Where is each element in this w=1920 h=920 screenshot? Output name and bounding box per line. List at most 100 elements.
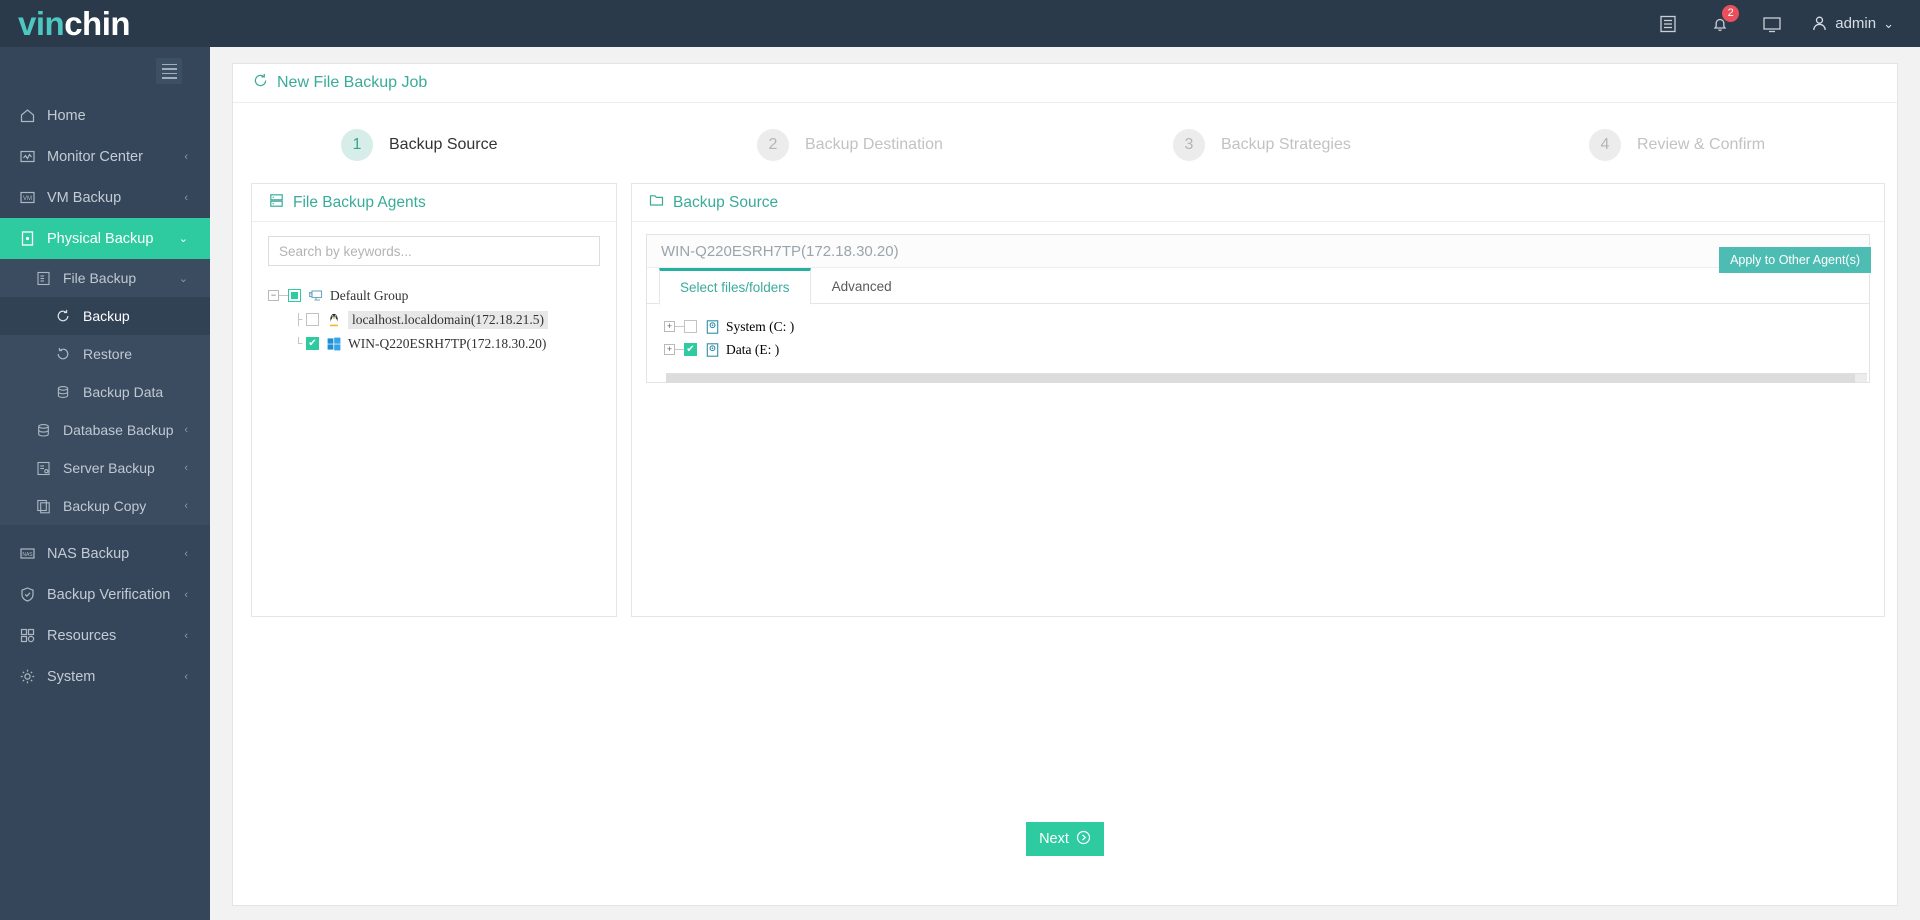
tree-node-label: Default Group [330, 287, 409, 303]
chevron-left-icon: ‹ [184, 500, 188, 512]
svg-text:NAS: NAS [22, 552, 33, 558]
sidebar-item-label: Database Backup [63, 422, 174, 438]
scrollbar-thumb[interactable] [666, 374, 1855, 383]
sidebar-item-label: System [47, 668, 96, 685]
tree-node-label: localhost.localdomain(172.18.21.5) [348, 310, 548, 329]
agents-panel-title: File Backup Agents [293, 193, 426, 211]
sidebar-item-backup-data[interactable]: Backup Data [0, 373, 210, 411]
tree-guide [279, 295, 288, 296]
source-tabs: Select files/folders Advanced Apply to O… [647, 247, 1871, 305]
sidebar-item-resources[interactable]: Resources ‹ [0, 615, 210, 656]
expand-toggle-icon[interactable]: + [664, 344, 675, 355]
sidebar-item-physical-backup[interactable]: Physical Backup ⌄ [0, 218, 210, 259]
wizard-stepper: 1 Backup Source 2 Backup Destination 3 B… [233, 103, 1897, 183]
step-backup-strategies[interactable]: 3 Backup Strategies [1065, 129, 1481, 161]
wizard-panels: File Backup Agents Search by keywords...… [233, 183, 1897, 617]
agent-checkbox[interactable] [306, 313, 319, 326]
sidebar-toggle-wrap [0, 47, 210, 95]
expand-toggle-icon[interactable]: + [664, 321, 675, 332]
vm-icon: VM [16, 189, 38, 206]
group-checkbox[interactable] [288, 289, 301, 302]
sidebar-item-label: Server Backup [63, 460, 155, 476]
drive-label: System (C: ) [726, 318, 795, 334]
sidebar-divider [0, 525, 210, 533]
resources-icon [16, 627, 38, 644]
step-backup-destination[interactable]: 2 Backup Destination [649, 129, 1065, 161]
sidebar-item-backup[interactable]: Backup [0, 297, 210, 335]
database-icon [52, 385, 74, 399]
drive-icon [704, 342, 720, 357]
sidebar-item-backup-copy[interactable]: Backup Copy ‹ [0, 487, 210, 525]
agent-checkbox[interactable] [306, 337, 319, 350]
sidebar-item-nas-backup[interactable]: NAS NAS Backup ‹ [0, 533, 210, 574]
folder-icon [649, 193, 664, 212]
apply-to-other-agents-button[interactable]: Apply to Other Agent(s) [1719, 247, 1871, 273]
linux-icon [326, 312, 342, 327]
agents-tree: − Default Group ├ localhost.localdomain(… [268, 286, 600, 353]
sidebar-item-label: Resources [47, 627, 117, 644]
search-input[interactable]: Search by keywords... [268, 236, 600, 266]
sidebar-item-server-backup[interactable]: Server Backup ‹ [0, 449, 210, 487]
chevron-down-icon: ⌄ [1883, 15, 1894, 31]
sidebar-item-monitor-center[interactable]: Monitor Center ‹ [0, 136, 210, 177]
main-content: New File Backup Job 1 Backup Source 2 Ba… [210, 47, 1920, 920]
sidebar-item-home[interactable]: Home [0, 95, 210, 136]
step-number: 2 [757, 129, 789, 161]
tab-advanced[interactable]: Advanced [811, 268, 913, 304]
menu-toggle-icon[interactable] [156, 58, 182, 84]
tree-node-localhost[interactable]: ├ localhost.localdomain(172.18.21.5) [268, 310, 600, 329]
step-label: Backup Strategies [1221, 136, 1351, 153]
sidebar-item-label: Monitor Center [47, 148, 143, 165]
sidebar-item-database-backup[interactable]: Database Backup ‹ [0, 411, 210, 449]
step-backup-source[interactable]: 1 Backup Source [233, 129, 649, 161]
server-backup-icon [32, 461, 54, 476]
sidebar-item-label: Backup [83, 308, 130, 324]
chevron-left-icon: ‹ [184, 547, 188, 560]
tree-node-default-group[interactable]: − Default Group [268, 286, 600, 305]
backup-source-panel: Backup Source WIN-Q220ESRH7TP(172.18.30.… [631, 183, 1885, 617]
brand-logo-part2: chin [64, 4, 131, 42]
sidebar-item-backup-verification[interactable]: Backup Verification ‹ [0, 574, 210, 615]
refresh-icon [253, 73, 268, 93]
collapse-toggle-icon[interactable]: − [268, 290, 279, 301]
drive-tree: + System (C: ) + ✔ Data (E:) [647, 304, 1869, 383]
next-button-label: Next [1039, 831, 1069, 847]
next-button[interactable]: Next [1026, 822, 1104, 856]
backup-icon [52, 309, 74, 323]
drive-row-data-e[interactable]: + Data (E: ) [664, 340, 1869, 359]
chevron-left-icon: ‹ [184, 462, 188, 474]
sidebar-item-label: Backup Copy [63, 498, 147, 514]
step-label: Backup Destination [805, 136, 943, 153]
brand-logo[interactable]: vin chin [0, 0, 210, 47]
group-icon [308, 289, 324, 303]
step-review-confirm[interactable]: 4 Review & Confirm [1481, 129, 1897, 161]
logs-icon[interactable] [1655, 11, 1681, 37]
drive-checkbox[interactable] [684, 320, 697, 333]
tree-guide [675, 326, 684, 327]
copy-icon [32, 499, 54, 514]
top-bar: vin chin 2 admin ⌄ [0, 0, 1920, 47]
step-label: Backup Source [389, 136, 498, 153]
user-menu[interactable]: admin ⌄ [1811, 15, 1894, 32]
sidebar-item-label: Home [47, 107, 86, 124]
sidebar-item-vm-backup[interactable]: VM VM Backup ‹ [0, 177, 210, 218]
notifications-icon[interactable]: 2 [1707, 4, 1740, 37]
sidebar-item-label: Backup Data [83, 384, 164, 400]
sidebar-item-file-backup[interactable]: File Backup ⌄ [0, 259, 210, 297]
drive-checkbox[interactable] [684, 343, 697, 356]
chevron-left-icon: ‹ [184, 191, 188, 204]
sidebar-item-restore[interactable]: Restore [0, 335, 210, 373]
tree-node-win-agent[interactable]: └ WIN-Q220ESRH7TP(172.18.30.20) [268, 334, 600, 353]
chevron-left-icon: ‹ [184, 629, 188, 642]
horizontal-scrollbar[interactable] [666, 373, 1867, 383]
tree-guide: ├ [294, 313, 303, 326]
drive-icon [704, 319, 720, 334]
step-number: 1 [341, 129, 373, 161]
tab-select-files-folders[interactable]: Select files/folders [659, 268, 811, 305]
console-icon[interactable] [1759, 11, 1785, 37]
drive-row-system-c[interactable]: + System (C: ) [664, 317, 1869, 336]
sidebar-item-label: NAS Backup [47, 545, 130, 562]
user-menu-label: admin [1835, 15, 1877, 32]
search-placeholder: Search by keywords... [279, 243, 412, 259]
sidebar-item-system[interactable]: System ‹ [0, 656, 210, 697]
